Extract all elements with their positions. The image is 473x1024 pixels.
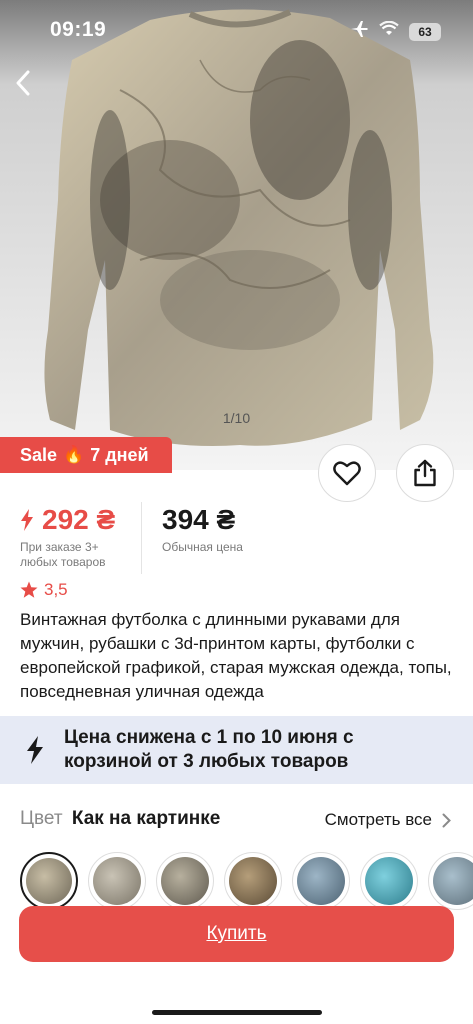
home-indicator: [152, 1010, 322, 1015]
buy-button[interactable]: Купить: [19, 906, 454, 962]
promo-price: 292 ₴: [20, 504, 115, 536]
heart-icon: [333, 461, 361, 486]
rating-value: 3,5: [44, 580, 68, 599]
see-all-colors-link[interactable]: Смотреть все: [325, 810, 451, 830]
star-icon: [20, 581, 38, 598]
promo-banner-text: Цена снижена с 1 по 10 июня с корзиной о…: [64, 727, 354, 772]
color-swatch[interactable]: [292, 852, 350, 910]
chevron-left-icon: [16, 70, 30, 96]
rating[interactable]: 3,5: [20, 580, 68, 600]
product-title: Винтажная футболка с длинными рукавами д…: [20, 610, 452, 701]
color-swatches: [20, 852, 473, 910]
sale-label: Sale: [20, 444, 58, 465]
lightning-icon: [21, 509, 33, 531]
regular-price: 394 ₴: [162, 504, 236, 535]
color-label-key: Цвет: [20, 808, 63, 829]
color-swatch[interactable]: [88, 852, 146, 910]
product-image: [0, 0, 473, 470]
color-swatch[interactable]: [428, 852, 473, 910]
status-time: 09:19: [50, 18, 107, 41]
promo-price-value: 292 ₴: [42, 504, 116, 535]
regular-price-note: Обычная цена: [162, 540, 243, 554]
gallery-counter: 1/10: [222, 410, 251, 426]
color-swatch[interactable]: [156, 852, 214, 910]
color-label: Цвет Как на картинке: [20, 808, 220, 830]
back-button[interactable]: [6, 66, 40, 100]
promo-price-note: При заказе 3+ любых товаров: [20, 540, 106, 569]
battery-icon: 63: [409, 22, 441, 41]
share-button[interactable]: [396, 444, 454, 502]
share-icon: [414, 459, 436, 487]
favorite-button[interactable]: [318, 444, 376, 502]
price-section: 292 ₴ При заказе 3+ любых товаров 394 ₴ …: [0, 500, 473, 578]
fire-icon: 🔥: [63, 445, 85, 464]
color-selector-header: Цвет Как на картинке Смотреть все: [0, 804, 473, 834]
chevron-right-icon: [442, 813, 451, 827]
wifi-icon: [379, 20, 399, 42]
sale-days: 7 дней: [90, 444, 149, 465]
status-icons: 63: [349, 20, 441, 43]
color-swatch[interactable]: [224, 852, 282, 910]
promo-banner[interactable]: Цена снижена с 1 по 10 июня с корзиной о…: [0, 716, 473, 784]
color-swatch[interactable]: [20, 852, 78, 910]
see-all-label: Смотреть все: [324, 810, 432, 829]
price-divider: [141, 502, 142, 574]
color-label-value: Как на картинке: [71, 808, 221, 829]
airplane-icon: [349, 20, 369, 43]
product-gallery[interactable]: 09:19 63 1/10: [0, 0, 473, 470]
lightning-icon: [24, 736, 46, 764]
status-bar: 09:19 63: [0, 0, 473, 62]
color-swatch[interactable]: [360, 852, 418, 910]
sale-badge: Sale 🔥 7 дней: [0, 437, 172, 473]
